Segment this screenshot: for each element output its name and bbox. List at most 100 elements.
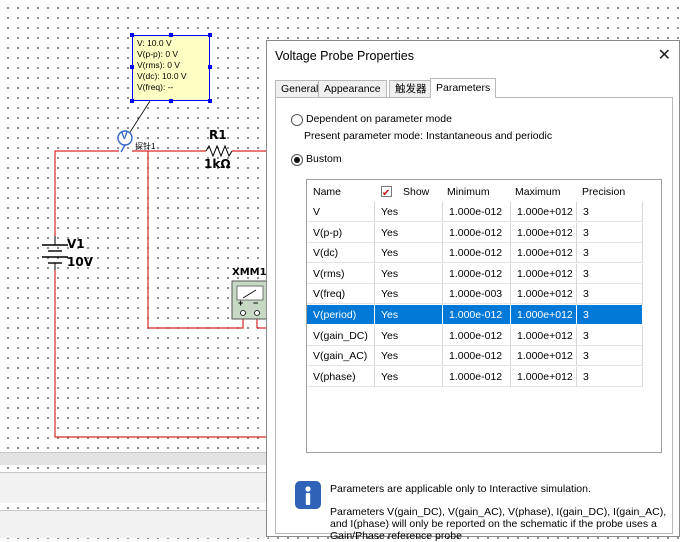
tab-trigger[interactable]: 触发器 — [389, 80, 433, 98]
schematic-canvas[interactable]: V V: 10.0 V V(p-p): 0 V V(rms): 0 V V(dc… — [0, 0, 270, 538]
cell-min[interactable]: 1.000e-012 — [449, 346, 502, 366]
show-all-checkbox[interactable] — [381, 184, 392, 204]
tab-general[interactable]: General — [275, 80, 325, 98]
col-precision-header: Precision — [582, 186, 626, 198]
table-header: Name Show Minimum Maximum Precision — [307, 182, 663, 204]
battery-symbol — [42, 236, 68, 270]
cell-max[interactable]: 1.000e+012 — [517, 346, 573, 366]
selection-handle[interactable] — [208, 99, 212, 103]
table-row[interactable]: V(p-p) Yes 1.000e-012 1.000e+012 3 — [307, 222, 643, 243]
resistor-value-label: 1kΩ — [204, 157, 231, 171]
cell-max[interactable]: 1.000e+012 — [517, 284, 573, 304]
custom-mode-label: Bustom — [306, 153, 342, 165]
cell-show[interactable]: Yes — [381, 367, 398, 387]
info-icon — [295, 481, 321, 509]
cell-show[interactable]: Yes — [381, 243, 398, 263]
cell-precision[interactable]: 3 — [583, 346, 589, 366]
cell-min[interactable]: 1.000e-012 — [449, 223, 502, 243]
probe-name-label: 探针1 — [135, 142, 156, 151]
cell-max[interactable]: 1.000e+012 — [517, 367, 573, 387]
dialog-title: Voltage Probe Properties — [275, 49, 414, 63]
cell-precision[interactable]: 3 — [583, 305, 589, 325]
info-line-1: Parameters are applicable only to Intera… — [330, 483, 591, 495]
cell-max[interactable]: 1.000e+012 — [517, 326, 573, 346]
cell-max[interactable]: 1.000e+012 — [517, 202, 573, 222]
custom-mode-radio[interactable] — [291, 154, 303, 166]
cell-min[interactable]: 1.000e-012 — [449, 305, 502, 325]
cell-name[interactable]: V(p-p) — [313, 223, 342, 243]
table-row[interactable]: V Yes 1.000e-012 1.000e+012 3 — [307, 202, 643, 222]
selection-handle[interactable] — [169, 99, 173, 103]
selection-handle[interactable] — [169, 33, 173, 37]
cell-show[interactable]: Yes — [381, 223, 398, 243]
selection-handle[interactable] — [208, 65, 212, 69]
table-row[interactable]: V(gain_DC) Yes 1.000e-012 1.000e+012 3 — [307, 325, 643, 346]
cell-name[interactable]: V(gain_DC) — [313, 326, 368, 346]
cell-show[interactable]: Yes — [381, 284, 398, 304]
cell-precision[interactable]: 3 — [583, 202, 589, 222]
cell-name[interactable]: V(rms) — [313, 264, 345, 284]
table-row[interactable]: V(phase) Yes 1.000e-012 1.000e+012 3 — [307, 366, 643, 387]
cell-precision[interactable]: 3 — [583, 284, 589, 304]
cell-name[interactable]: V(phase) — [313, 367, 356, 387]
tab-appearance[interactable]: Appearance — [318, 80, 387, 98]
cell-name[interactable]: V(freq) — [313, 284, 345, 304]
probe-readout-vdc: V(dc): 10.0 V — [137, 71, 187, 81]
cell-precision[interactable]: 3 — [583, 326, 589, 346]
voltage-probe-properties-dialog: Voltage Probe Properties ✕ General Appea… — [266, 40, 680, 542]
cell-show[interactable]: Yes — [381, 264, 398, 284]
dependent-mode-radio[interactable] — [291, 114, 303, 126]
cell-min[interactable]: 1.000e-012 — [449, 243, 502, 263]
meter-plus-label: + — [238, 298, 244, 308]
selection-handle[interactable] — [130, 65, 134, 69]
cell-max[interactable]: 1.000e+012 — [517, 223, 573, 243]
col-maximum-header: Maximum — [515, 186, 561, 198]
selection-handle[interactable] — [208, 33, 212, 37]
table-row[interactable]: V(dc) Yes 1.000e-012 1.000e+012 3 — [307, 243, 643, 264]
cell-min[interactable]: 1.000e-012 — [449, 202, 502, 222]
info-line-3: and I(phase) will only be reported on th… — [330, 518, 657, 530]
info-line-4: Gain/Phase reference probe — [330, 530, 462, 542]
cell-name[interactable]: V(gain_AC) — [313, 346, 367, 366]
parameters-table[interactable]: Name Show Minimum Maximum Precision V Yes… — [306, 179, 662, 453]
probe-readout-vfreq: V(freq): -- — [137, 82, 174, 92]
horizontal-scrollbar[interactable] — [0, 452, 268, 465]
table-row[interactable]: V(gain_AC) Yes 1.000e-012 1.000e+012 3 — [307, 346, 643, 367]
info-line-2: Parameters V(gain_DC), V(gain_AC), V(pha… — [330, 506, 667, 518]
probe-marker-label: V — [121, 131, 128, 142]
resistor-ref-label: R1 — [209, 128, 227, 142]
cell-min[interactable]: 1.000e-012 — [449, 367, 502, 387]
cell-precision[interactable]: 3 — [583, 264, 589, 284]
cell-precision[interactable]: 3 — [583, 367, 589, 387]
cell-min[interactable]: 1.000e-012 — [449, 326, 502, 346]
cell-show[interactable]: Yes — [381, 305, 398, 325]
cell-precision[interactable]: 3 — [583, 243, 589, 263]
parameters-panel: Dependent on parameter mode Present para… — [275, 97, 673, 542]
probe-readout-v: V: 10.0 V — [137, 38, 172, 48]
selection-handle[interactable] — [130, 99, 134, 103]
table-row[interactable]: V(period) Yes 1.000e-012 1.000e+012 3 — [307, 305, 643, 325]
cell-show[interactable]: Yes — [381, 202, 398, 222]
probe-readout-box[interactable]: V: 10.0 V V(p-p): 0 V V(rms): 0 V V(dc):… — [130, 33, 212, 103]
table-row[interactable]: V(rms) Yes 1.000e-012 1.000e+012 3 — [307, 263, 643, 284]
cell-name[interactable]: V(period) — [313, 305, 356, 325]
col-name-header: Name — [313, 186, 342, 198]
tab-parameters[interactable]: Parameters — [430, 78, 497, 98]
close-icon[interactable]: ✕ — [658, 45, 671, 65]
cell-max[interactable]: 1.000e+012 — [517, 264, 573, 284]
meter-ref-label: XMM1 — [232, 267, 267, 278]
cell-min[interactable]: 1.000e-012 — [449, 264, 502, 284]
cell-max[interactable]: 1.000e+012 — [517, 305, 573, 325]
cell-name[interactable]: V — [313, 202, 320, 222]
cell-min[interactable]: 1.000e-003 — [449, 284, 502, 304]
cell-show[interactable]: Yes — [381, 326, 398, 346]
selection-handle[interactable] — [130, 33, 134, 37]
col-show-header: Show — [403, 186, 430, 198]
cell-name[interactable]: V(dc) — [313, 243, 338, 263]
present-mode-text: Present parameter mode: Instantaneous an… — [304, 130, 553, 142]
cell-show[interactable]: Yes — [381, 346, 398, 366]
cell-precision[interactable]: 3 — [583, 223, 589, 243]
probe-readout-vpp: V(p-p): 0 V — [137, 49, 179, 59]
table-row[interactable]: V(freq) Yes 1.000e-003 1.000e+012 3 — [307, 284, 643, 305]
cell-max[interactable]: 1.000e+012 — [517, 243, 573, 263]
